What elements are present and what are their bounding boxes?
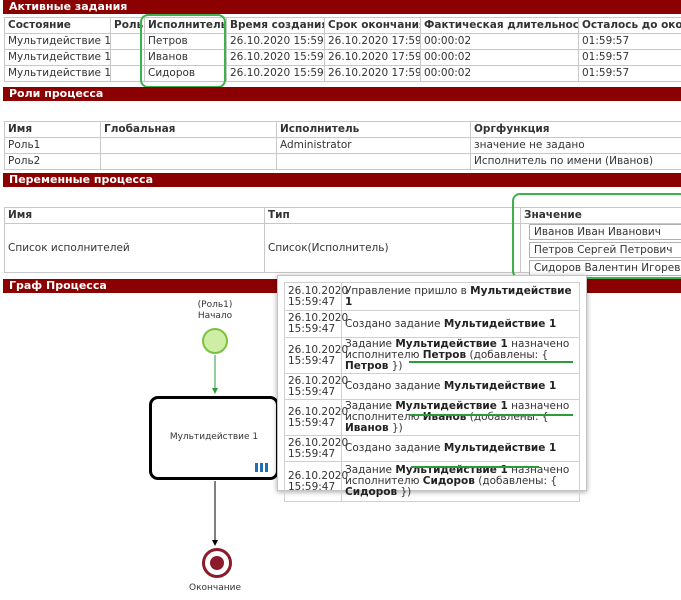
history-date: 26.10.2020 — [288, 469, 349, 482]
history-row: 26.10.2020 15:59:47 Создано задание Мульти… — [284, 435, 580, 462]
history-timestamp: 26.10.2020 15:59:47 — [284, 435, 349, 462]
history-row: 26.10.2020 15:59:47 Задание Мультидействие… — [284, 337, 580, 374]
history-message: Создано задание Мультидействие 1 — [341, 310, 580, 338]
end-label: Окончание — [188, 583, 241, 593]
history-message: Создано задание Мультидействие 1 — [341, 435, 580, 462]
history-message: Задание Мультидействие 1 назначено испол… — [341, 461, 580, 502]
task-node-label: Мультидействие 1 — [169, 432, 259, 442]
end-event-node[interactable] — [202, 548, 232, 578]
history-timestamp: 26.10.2020 15:59:47 — [284, 461, 349, 502]
history-message: Задание Мультидействие 1 назначено испол… — [341, 337, 580, 374]
history-row: 26.10.2020 15:59:47 Управление пришло в Му… — [284, 282, 580, 311]
history-time: 15:59:47 — [288, 295, 336, 308]
history-table: 26.10.2020 15:59:47 Управление пришло в Му… — [284, 282, 580, 502]
history-time: 15:59:47 — [288, 354, 336, 367]
history-timestamp: 26.10.2020 15:59:47 — [284, 337, 349, 374]
history-date: 26.10.2020 — [288, 374, 349, 387]
multi-task-node[interactable]: Мультидействие 1 — [149, 396, 279, 480]
history-timestamp: 26.10.2020 15:59:47 — [284, 310, 348, 338]
history-message: Задание Мультидействие 1 назначено испол… — [341, 399, 580, 436]
history-time: 15:59:47 — [288, 480, 336, 493]
history-row: 26.10.2020 15:59:47 Создано задание Мульти… — [284, 373, 580, 400]
history-row: 26.10.2020 15:59:47 Задание Мультидействие… — [284, 399, 580, 436]
multi-instance-icon — [255, 463, 268, 472]
history-timestamp: 26.10.2020 15:59:47 — [284, 373, 349, 400]
history-message: Управление пришло в Мультидействие 1 — [341, 282, 580, 311]
history-date: 26.10.2020 — [288, 436, 349, 449]
history-date: 26.10.2020 — [288, 405, 349, 418]
history-date: 26.10.2020 — [288, 343, 349, 356]
history-time: 15:59:47 — [288, 323, 336, 335]
history-time: 15:59:47 — [288, 416, 336, 429]
history-timestamp: 26.10.2020 15:59:47 — [284, 399, 349, 436]
history-row: 26.10.2020 15:59:47 Создано задание Мульти… — [284, 310, 580, 338]
history-row: 26.10.2020 15:59:47 Задание Мультидействие… — [284, 461, 580, 502]
history-message: Создано задание Мультидействие 1 — [341, 373, 580, 400]
history-date: 26.10.2020 — [288, 284, 349, 297]
history-popup: 26.10.2020 15:59:47 Управление пришло в Му… — [277, 275, 587, 502]
history-timestamp: 26.10.2020 15:59:47 — [284, 282, 349, 311]
history-time: 15:59:47 — [288, 447, 336, 460]
history-time: 15:59:47 — [288, 385, 336, 398]
